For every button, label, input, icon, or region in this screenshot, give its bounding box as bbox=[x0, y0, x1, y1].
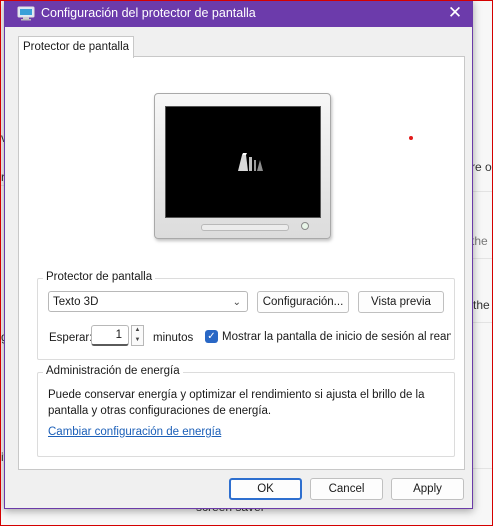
monitor-slot bbox=[201, 224, 289, 231]
monitor-power-led bbox=[301, 222, 309, 230]
apply-button[interactable]: Apply bbox=[391, 478, 464, 500]
background-text: re o bbox=[471, 160, 492, 174]
spin-down-icon[interactable]: ▼ bbox=[132, 336, 143, 345]
screensaver-group-legend: Protector de pantalla bbox=[43, 271, 156, 283]
change-power-settings-link[interactable]: Cambiar configuración de energía bbox=[48, 426, 221, 438]
close-button[interactable]: ✕ bbox=[438, 0, 472, 27]
spin-up-icon[interactable]: ▲ bbox=[132, 326, 143, 335]
title-bar[interactable]: Configuración del protector de pantalla … bbox=[5, 0, 472, 27]
cancel-button[interactable]: Cancel bbox=[310, 478, 383, 500]
settings-button[interactable]: Configuración... bbox=[257, 291, 349, 313]
wait-stepper[interactable]: ▲ ▼ bbox=[131, 325, 144, 346]
tab-screensaver[interactable]: Protector de pantalla bbox=[18, 36, 134, 58]
3d-text-preview-graphic bbox=[238, 153, 263, 171]
chevron-down-icon: ⌄ bbox=[232, 297, 241, 308]
screensaver-dialog: Configuración del protector de pantalla … bbox=[4, 0, 473, 509]
monitor-preview bbox=[154, 93, 331, 239]
screensaver-app-icon bbox=[17, 6, 35, 21]
preview-screen bbox=[165, 106, 321, 218]
power-group: Administración de energía Puede conserva… bbox=[37, 365, 455, 457]
screensaver-select[interactable]: Texto 3D ⌄ bbox=[48, 291, 248, 312]
wait-minutes-input[interactable]: 1 bbox=[91, 325, 129, 346]
minutes-label: minutos bbox=[153, 332, 194, 344]
dialog-title: Configuración del protector de pantalla bbox=[41, 6, 256, 20]
red-dot-marker bbox=[409, 136, 413, 140]
wait-label: Esperar: bbox=[49, 332, 93, 344]
background-text: the bbox=[471, 234, 488, 248]
power-group-legend: Administración de energía bbox=[43, 365, 183, 377]
background-text: the bbox=[473, 298, 490, 312]
screensaver-select-value: Texto 3D bbox=[53, 296, 99, 308]
resume-login-label[interactable]: Mostrar la pantalla de inicio de sesión … bbox=[222, 331, 451, 343]
power-description: Puede conservar energía y optimizar el r… bbox=[48, 389, 425, 417]
preview-button[interactable]: Vista previa bbox=[358, 291, 444, 313]
screensaver-group: Protector de pantalla Texto 3D ⌄ Configu… bbox=[37, 271, 455, 360]
tab-page: Protector de pantalla Texto 3D ⌄ Configu… bbox=[18, 56, 465, 470]
ok-button[interactable]: OK bbox=[229, 478, 302, 500]
resume-login-checkbox[interactable]: ✓ bbox=[205, 330, 218, 343]
